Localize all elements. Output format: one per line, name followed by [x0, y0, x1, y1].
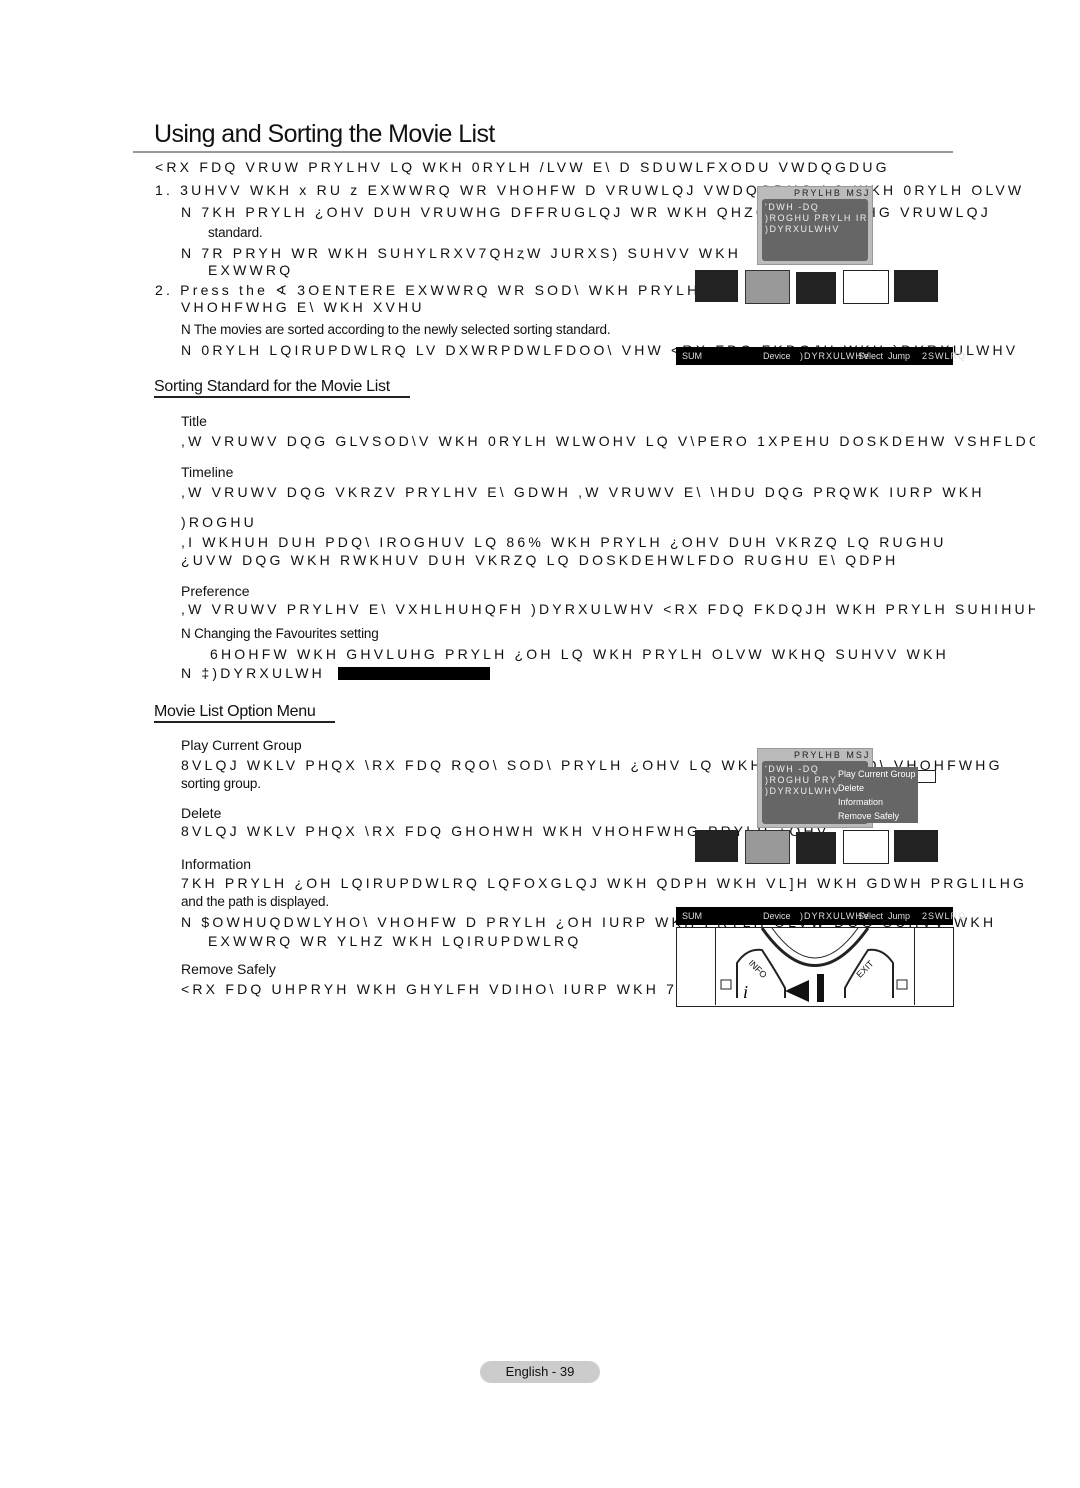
- favourites-note: N Changing the Favourites setting: [181, 626, 379, 641]
- sort-folder-text-2: ¿UVW DQG WKH RWKHUV DUH VKRZQ LQ DOSKDEH…: [181, 552, 899, 568]
- bar-sum: SUM: [682, 911, 702, 921]
- bar-select: Select: [858, 351, 884, 361]
- osd-row: )ROGHU PRYLH IR: [765, 213, 868, 223]
- step-2-note: N The movies are sorted according to the…: [181, 322, 611, 337]
- osd-sort-menu: PRYLHB MSJ 'DWH -DQ)ROGHU PRYLH IR)DYRXU…: [757, 186, 873, 265]
- sort-preference-text: ,W VRUWV PRYLHV E\ VXHLHUHQFH )DYRXULWHV…: [181, 601, 1035, 617]
- option-popup: Play Current Group Delete Information Remov…: [838, 767, 918, 823]
- opt-info-text: 7KH PRYLH ¿OH LQIRUPDWLRQ LQFOXGLQJ WKH …: [181, 875, 1028, 891]
- bar-sum: SUM: [682, 351, 702, 361]
- opt-remove-text: <RX FDQ UHPRYH WKH GHYLFH VDIHO\ IURP WK…: [181, 981, 689, 997]
- intro-text: <RX FDQ VRUW PRYLHV LQ WKH 0RYLH /LVW E\…: [155, 159, 890, 175]
- menu-item[interactable]: Delete: [838, 781, 918, 795]
- opt-play-label: Play Current Group: [181, 737, 302, 753]
- osd-row: )DYRXULWHV: [765, 224, 840, 234]
- bar-device: Device: [763, 911, 791, 921]
- bar-device: Device: [763, 351, 791, 361]
- opt-info-note-cont: EXWWRQ WR YLHZ WKH LQIRUPDWLRQ: [208, 933, 582, 949]
- sort-folder-label: )ROGHU: [181, 514, 257, 530]
- opt-remove-label: Remove Safely: [181, 961, 276, 977]
- color-swatch: [745, 830, 790, 864]
- sort-timeline-label: Timeline: [181, 464, 234, 480]
- body-text: <RX FDQ VRUW PRYLHV LQ WKH 0RYLH /LVW E\…: [0, 0, 1035, 1488]
- sort-title-label: Title: [181, 413, 207, 429]
- sort-title-text: ,W VRUWV DQG GLVSOD\V WKH 0RYLH WLWOHV L…: [181, 433, 1035, 449]
- color-swatch: [843, 270, 889, 304]
- sort-timeline-text: ,W VRUWV DQG VKRZV PRYLHV E\ GDWH ,W VRU…: [181, 484, 985, 500]
- menu-item[interactable]: Play Current Group: [838, 767, 918, 781]
- manual-page: Using and Sorting the Movie List <RX FDQ…: [0, 0, 1080, 1488]
- osd-row: )DYRXULWHV: [765, 786, 840, 796]
- color-swatch: [843, 830, 889, 864]
- color-swatch: [695, 830, 738, 862]
- color-swatch: [745, 270, 790, 304]
- opt-info-label: Information: [181, 856, 252, 872]
- bar-option: 2SWLRQ: [922, 351, 967, 361]
- color-swatch: [796, 832, 836, 864]
- section-heading-sorting: Sorting Standard for the Movie List: [154, 378, 410, 398]
- bar-jump: Jump: [888, 911, 911, 921]
- remote-buttons-icon: i: [720, 928, 908, 1002]
- color-swatch: [894, 270, 938, 302]
- remote-control-image: i INFO EXIT: [676, 927, 954, 1007]
- opt-play-text-2: sorting group.: [181, 776, 261, 791]
- step-1-note-2-cont: EXWWRQ: [208, 262, 294, 278]
- opt-delete-label: Delete: [181, 805, 222, 821]
- step-2: 2. Press the ∢ 3OENTERE EXWWRQ WR SOD\ W…: [155, 282, 701, 298]
- favourites-note-text: 6HOHFW WKH GHVLUHG PRYLH ¿OH LQ WKH PRYL…: [210, 646, 949, 662]
- osd-row: 'DWH -DQ: [765, 202, 820, 212]
- page-number: English - 39: [480, 1361, 600, 1383]
- star-rating-graphic: [338, 667, 490, 680]
- opt-info-text-2: and the path is displayed.: [181, 894, 329, 909]
- step-2-cont: VHOHFWHG E\ WKH XVHU: [181, 299, 425, 315]
- sort-folder-text: ,I WKHUH DUH PDQ\ IROGHUV LQ 86% WKH PRY…: [181, 534, 947, 550]
- svg-text:i: i: [743, 982, 748, 1002]
- color-swatch: [695, 270, 738, 302]
- sort-preference-label: Preference: [181, 583, 250, 599]
- menu-item[interactable]: Remove Safely: [838, 809, 918, 823]
- step-1-note-cont: standard.: [208, 225, 263, 240]
- bar-jump: Jump: [888, 351, 911, 361]
- osd-header: PRYLHB MSJ: [794, 188, 871, 198]
- bar-option: 2SWLRQ: [922, 911, 967, 921]
- section-heading-options: Movie List Option Menu: [154, 703, 336, 723]
- color-swatch: [894, 830, 938, 862]
- menu-item[interactable]: Information: [838, 795, 918, 809]
- color-swatch: [796, 272, 836, 304]
- step-1-note-2: N 7R PRYH WR WKH SUHYLRXV7QHȥW JURXS) SU…: [181, 245, 742, 261]
- osd-bottom-bar: SUM Device)DYRXULWHV Select Jump 2SWLRQ: [676, 347, 965, 365]
- bar-select: Select: [858, 911, 884, 921]
- favourites-note-2: N ‡)DYRXULWH: [181, 665, 325, 681]
- osd-header: PRYLHB MSJ: [794, 750, 871, 760]
- osd-bottom-bar: SUM Device)DYRXULWHV Select Jump 2SWLRQ: [676, 907, 965, 925]
- step-1: 1. 3UHVV WKH x RU z EXWWRQ WR VHOHFW D V…: [155, 182, 1025, 198]
- osd-row: 'DWH -DQ: [765, 764, 820, 774]
